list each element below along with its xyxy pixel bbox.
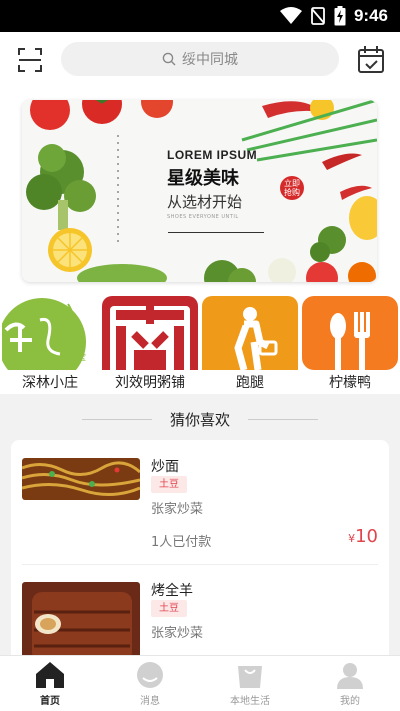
- shop-logo-lemon-duck: [302, 296, 398, 370]
- section-title: 猜你喜欢: [169, 410, 230, 429]
- calendar-button[interactable]: [356, 44, 386, 76]
- item-shop-name: 张家炒菜: [151, 626, 204, 641]
- item-shop-name: 张家炒菜: [151, 502, 204, 517]
- home-icon: [36, 662, 64, 688]
- item-price: ¥10: [348, 526, 378, 547]
- banner-small-text: SHOES EVERYONE UNTIL: [167, 214, 239, 220]
- svg-text:宝: 宝: [78, 352, 86, 362]
- header: 绥中同城: [0, 32, 400, 88]
- shop-name: 刘效明粥铺: [115, 375, 185, 391]
- shop-logo-art: 虎 宝: [2, 296, 98, 370]
- message-icon: [137, 662, 163, 688]
- shop-logo-liuxiaoming: [102, 296, 198, 370]
- shop-logo-errand: [202, 296, 298, 370]
- recommend-list: 炒面 土豆 张家炒菜 1人已付款 ¥10 烤全羊 土豆 张家炒菜: [11, 440, 389, 670]
- nav-label: 首页: [40, 696, 60, 707]
- shop-name: 跑腿: [236, 375, 264, 391]
- nav-profile[interactable]: 我的: [300, 656, 400, 711]
- item-title: 炒面: [151, 459, 179, 475]
- noodles-image: [22, 458, 140, 500]
- runner-icon: [202, 296, 298, 370]
- banner-section: LOREM IPSUM 星级美味 从选材开始 SHOES EVERYONE UN…: [0, 88, 400, 296]
- user-icon: [337, 663, 363, 689]
- nav-local-life[interactable]: 本地生活: [200, 656, 300, 711]
- search-placeholder: 绥中同城: [182, 52, 238, 68]
- shop-item-liuxiaoming[interactable]: 刘效明粥铺: [100, 296, 200, 394]
- bottom-nav: 首页 消息 本地生活 我的: [0, 655, 400, 711]
- nav-label: 本地生活: [230, 696, 270, 707]
- shopping-bag-icon: [238, 666, 262, 688]
- search-icon: [162, 52, 176, 66]
- banner-divider: [168, 232, 264, 233]
- nav-messages[interactable]: 消息: [100, 656, 200, 711]
- banner-text: LOREM IPSUM 星级美味 从选材开始 SHOES EVERYONE UN…: [167, 148, 277, 220]
- item-title: 烤全羊: [151, 583, 193, 599]
- price-value: 10: [355, 526, 378, 547]
- banner-subheading: 从选材开始: [167, 193, 243, 211]
- no-sim-icon: [311, 7, 325, 25]
- item-image-fried-noodles: [22, 458, 140, 500]
- shop-name: 深林小庄: [22, 375, 78, 391]
- shop-row: 虎 宝 深林小庄 刘效明粥铺 跑腿 柠檬鸭: [0, 296, 400, 394]
- shop-item-errand[interactable]: 跑腿: [200, 296, 300, 394]
- shop-item-shenlin[interactable]: 虎 宝 深林小庄: [0, 296, 100, 394]
- search-input[interactable]: 绥中同城: [61, 42, 339, 76]
- item-sold-count: 1人已付款: [151, 535, 212, 550]
- nav-label: 我的: [340, 696, 360, 707]
- shop-logo-shenlin: 虎 宝: [2, 296, 98, 370]
- seal-text-bottom: 抢购: [284, 188, 300, 197]
- nav-home[interactable]: 首页: [0, 656, 100, 711]
- calendar-check-icon: [358, 46, 384, 73]
- nav-label: 消息: [140, 696, 160, 707]
- divider-line-left: [81, 418, 152, 420]
- wifi-icon: [279, 7, 302, 24]
- svg-text:虎: 虎: [74, 335, 84, 347]
- status-time: 9:46: [353, 6, 388, 25]
- seal-text-top: 立即: [284, 179, 300, 188]
- battery-charging-icon: [334, 6, 346, 26]
- scan-button[interactable]: [14, 44, 46, 76]
- section-header-recommend: 猜你喜欢: [0, 404, 400, 434]
- status-icons: 9:46: [279, 6, 388, 26]
- item-tag: 土豆: [151, 476, 187, 493]
- promo-banner[interactable]: LOREM IPSUM 星级美味 从选材开始 SHOES EVERYONE UN…: [22, 100, 377, 282]
- shop-logo-art: [102, 296, 198, 370]
- banner-heading: 星级美味: [167, 168, 239, 189]
- status-bar: 9:46: [0, 0, 400, 32]
- scan-icon: [18, 48, 42, 72]
- item-tag: 土豆: [151, 600, 187, 617]
- banner-heading-en: LOREM IPSUM: [167, 148, 258, 162]
- shop-item-lemon-duck[interactable]: 柠檬鸭: [300, 296, 400, 394]
- divider-line-right: [248, 418, 318, 420]
- buy-now-seal: 立即 抢购: [280, 176, 304, 200]
- utensils-icon: [302, 296, 398, 370]
- shop-name: 柠檬鸭: [329, 375, 371, 391]
- list-item[interactable]: 炒面 土豆 张家炒菜 1人已付款 ¥10: [11, 440, 389, 564]
